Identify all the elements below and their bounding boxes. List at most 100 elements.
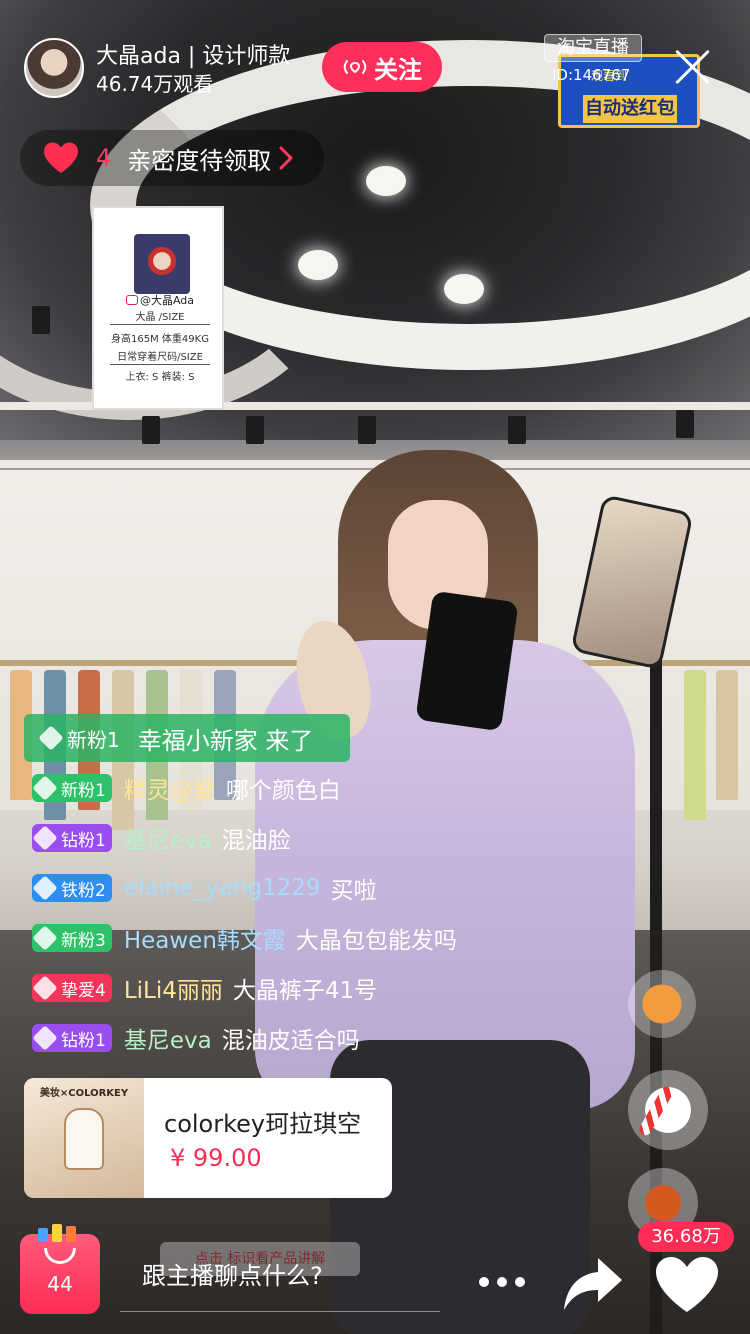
comment-row: 铁粉2 elaine_yang1229 买啦 bbox=[32, 868, 377, 908]
ceiling-light bbox=[444, 274, 484, 304]
size-card-handle: @大晶Ada bbox=[94, 292, 226, 308]
join-text: 幸福小新家 来了 bbox=[137, 726, 314, 755]
comment-row: 新粉3 Heawen韩文霞 大晶包包能发吗 bbox=[32, 918, 457, 958]
live-signal-icon bbox=[343, 60, 367, 74]
ceiling-light bbox=[298, 250, 338, 280]
size-sizes-line: 上衣: S 裤装: S bbox=[125, 372, 195, 383]
divider bbox=[110, 364, 210, 365]
fan-badge-label: 新粉3 bbox=[61, 930, 106, 951]
size-info-card: @大晶Ada 大晶 /SIZE 身高165M 体重49KG 日常穿着尺码/SIZ… bbox=[92, 206, 224, 410]
candy-cane-gift-icon[interactable] bbox=[628, 1070, 708, 1150]
ceiling-light bbox=[366, 166, 406, 196]
fan-badge: 新粉3 bbox=[32, 924, 112, 952]
fan-badge: 新粉1 bbox=[38, 724, 126, 752]
comment-text: 混油皮适合吗 bbox=[221, 1028, 360, 1054]
chevron-right-icon bbox=[279, 146, 293, 170]
diamond-icon bbox=[32, 875, 58, 901]
host-photo bbox=[134, 234, 190, 294]
spotlight bbox=[508, 416, 526, 444]
bag-handle-icon bbox=[38, 1224, 76, 1242]
more-icon[interactable] bbox=[472, 1262, 532, 1302]
fan-badge-label: 钻粉1 bbox=[61, 830, 106, 851]
comment-user: 基尼eva bbox=[123, 828, 212, 854]
divider bbox=[110, 324, 210, 325]
taobao-live-tag: 淘宝直播 bbox=[544, 34, 642, 62]
comment-user: 精灵@爱 bbox=[123, 778, 216, 804]
comment-row: 钻粉1 基尼eva 混油脸 bbox=[32, 818, 291, 858]
more-dot bbox=[515, 1277, 525, 1287]
viewer-count: 46.74万观看 bbox=[96, 72, 214, 96]
comment-user: 基尼eva bbox=[123, 1028, 212, 1054]
promo-bottom-text: 自动送红包 bbox=[583, 95, 677, 123]
hanging-clothes bbox=[684, 670, 706, 820]
product-thumb-brand: 美妆×COLORKEY bbox=[39, 1088, 129, 1099]
join-banner: 新粉1 幸福小新家 来了 bbox=[24, 714, 350, 762]
heart-icon bbox=[44, 142, 78, 173]
spotlight bbox=[142, 416, 160, 444]
like-count: 36.68万 bbox=[638, 1222, 734, 1252]
comment-user: Heawen韩文霞 bbox=[123, 928, 286, 954]
share-icon[interactable] bbox=[560, 1252, 626, 1314]
fan-badge: 挚爱4 bbox=[32, 974, 112, 1002]
comment-text: 大晶裤子41号 bbox=[232, 978, 378, 1004]
comment-row: 挚爱4 LiLi4丽丽 大晶裤子41号 bbox=[32, 968, 377, 1008]
spotlight bbox=[246, 416, 264, 444]
size-name-line: 大晶 /SIZE bbox=[135, 312, 185, 323]
intimacy-count: 4 bbox=[96, 144, 112, 172]
more-dot bbox=[479, 1277, 489, 1287]
follow-label: 关注 bbox=[374, 55, 422, 84]
intimacy-label: 亲密度待领取 bbox=[127, 146, 272, 175]
fan-badge: 钻粉1 bbox=[32, 1024, 112, 1052]
diamond-icon bbox=[32, 1025, 58, 1051]
fan-badge: 铁粉2 bbox=[32, 874, 112, 902]
spotlight bbox=[676, 410, 694, 438]
spotlight bbox=[358, 416, 376, 444]
diamond-icon bbox=[38, 725, 64, 751]
product-price: ¥ 99.00 bbox=[170, 1144, 262, 1172]
more-dot bbox=[497, 1277, 507, 1287]
comment-text: 混油脸 bbox=[221, 828, 291, 854]
comment-text: 买啦 bbox=[330, 878, 377, 904]
comment-text: 大晶包包能发吗 bbox=[295, 928, 457, 954]
fan-badge-label: 挚爱4 bbox=[61, 980, 106, 1001]
comment-user: LiLi4丽丽 bbox=[123, 978, 223, 1004]
fan-badge-label: 铁粉2 bbox=[61, 880, 106, 901]
hanging-clothes bbox=[716, 670, 738, 800]
comment-text: 哪个颜色白 bbox=[225, 778, 341, 804]
size-stats-line: 身高165M 体重49KG bbox=[111, 334, 209, 345]
intimacy-reward-pill[interactable]: 4 亲密度待领取 bbox=[20, 130, 324, 186]
clothes-rack bbox=[0, 660, 300, 666]
chat-input[interactable]: 跟主播聊点什么? bbox=[120, 1248, 440, 1312]
fan-badge: 新粉1 bbox=[32, 774, 112, 802]
shopping-bag-button[interactable]: 44 bbox=[20, 1224, 100, 1314]
diamond-icon bbox=[32, 925, 58, 951]
size-usual-line: 日常穿着尺码/SIZE bbox=[117, 352, 203, 363]
comment-row: 新粉1 精灵@爱 哪个颜色白 bbox=[32, 768, 341, 808]
bag-count: 44 bbox=[47, 1272, 73, 1296]
comment-user: elaine_yang1229 bbox=[123, 875, 321, 901]
close-icon[interactable] bbox=[672, 46, 714, 88]
bag-icon bbox=[44, 1248, 76, 1264]
fan-badge-label: 新粉1 bbox=[67, 727, 120, 752]
diamond-icon bbox=[32, 825, 58, 851]
product-bottle bbox=[64, 1108, 104, 1170]
product-thumbnail[interactable]: 美妆×COLORKEY bbox=[24, 1078, 144, 1198]
product-title: colorkey珂拉琪空 bbox=[164, 1110, 362, 1138]
video-icon bbox=[125, 295, 138, 305]
fan-badge-label: 钻粉1 bbox=[61, 1030, 106, 1051]
handheld-phone bbox=[415, 590, 519, 732]
follow-button[interactable]: 关注 bbox=[322, 42, 442, 92]
pizza-gift-icon[interactable] bbox=[628, 970, 696, 1038]
like-heart-icon[interactable] bbox=[652, 1254, 722, 1316]
fan-badge-label: 新粉1 bbox=[61, 780, 106, 801]
fan-badge: 钻粉1 bbox=[32, 824, 112, 852]
star-icon bbox=[32, 975, 58, 1001]
comment-row: 钻粉1 基尼eva 混油皮适合吗 bbox=[32, 1018, 360, 1058]
spotlight bbox=[32, 306, 50, 334]
avatar[interactable] bbox=[24, 38, 84, 98]
host-name: 大晶ada | 设计师款 bbox=[96, 44, 291, 69]
handle-text: @大晶Ada bbox=[139, 294, 195, 307]
diamond-icon bbox=[32, 775, 58, 801]
room-id: ID:146767 bbox=[552, 66, 631, 84]
product-card[interactable]: 美妆×COLORKEY colorkey珂拉琪空 ¥ 99.00 bbox=[24, 1078, 392, 1198]
